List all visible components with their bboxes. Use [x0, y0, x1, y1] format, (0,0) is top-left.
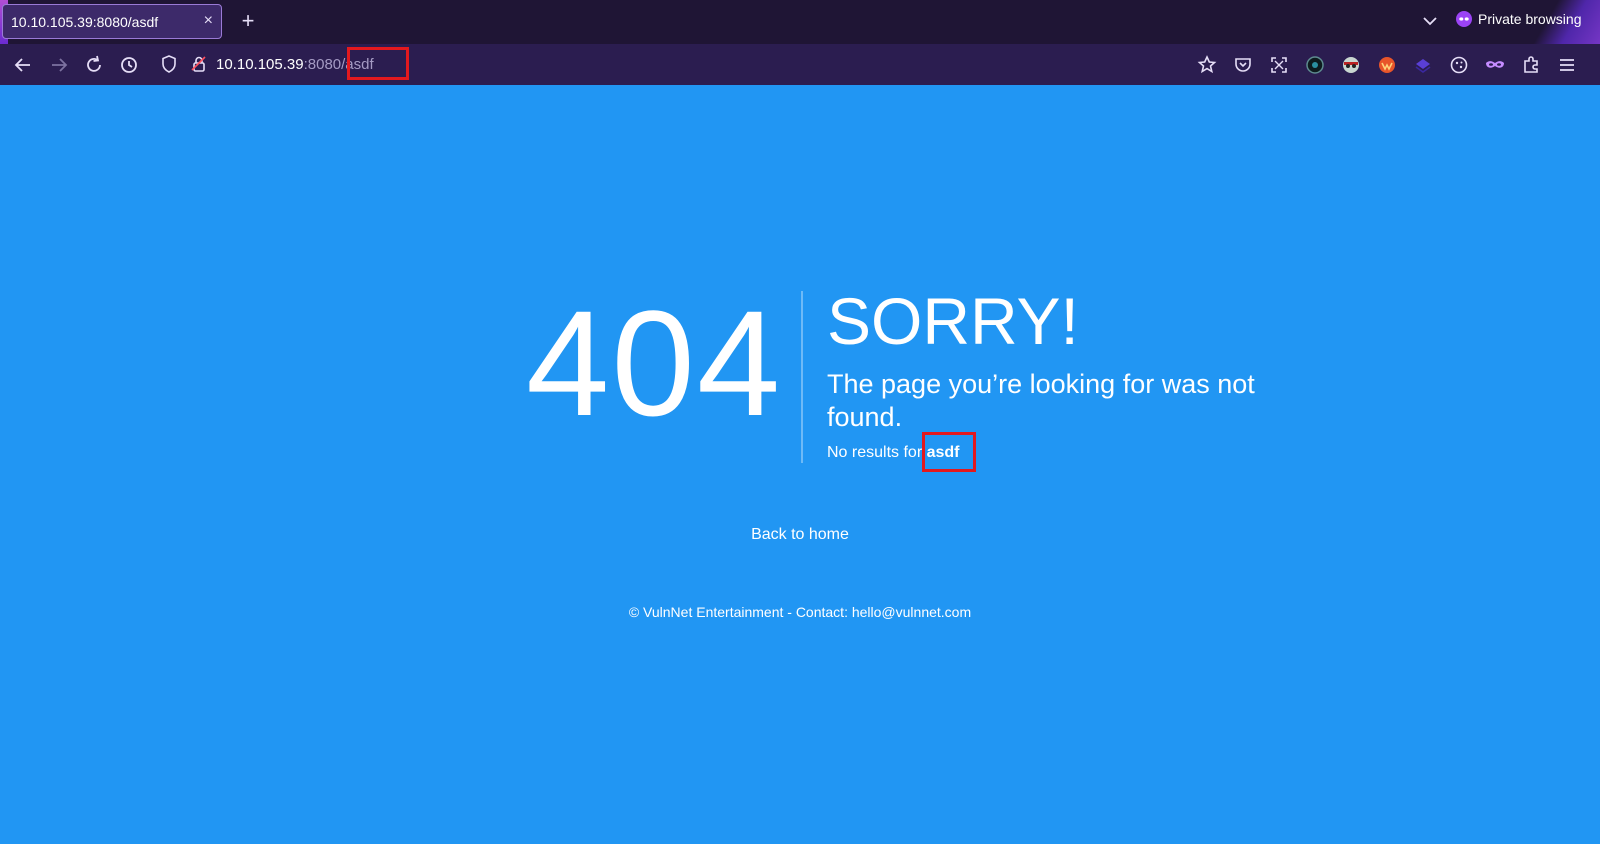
insecure-lock-icon[interactable]	[189, 54, 209, 79]
divider	[801, 291, 803, 463]
screenshot-icon[interactable]	[1267, 53, 1291, 77]
navigation-bar: 10.10.105.39:8080/asdf	[0, 44, 1600, 85]
hamburger-menu-icon[interactable]	[1555, 53, 1579, 77]
close-icon[interactable]: ×	[204, 12, 213, 30]
extension-wappalyzer-icon[interactable]	[1375, 53, 1399, 77]
tab-strip: 10.10.105.39:8080/asdf × + Private brows…	[0, 0, 1600, 44]
url-host: 10.10.105.39	[216, 56, 304, 73]
url-path-highlight-box	[347, 47, 409, 80]
bookmark-star-icon[interactable]	[1195, 53, 1219, 77]
extension-glasses-icon[interactable]	[1339, 53, 1363, 77]
cookie-icon[interactable]	[1447, 53, 1471, 77]
shield-icon[interactable]	[159, 54, 179, 79]
error-code: 404	[526, 279, 783, 447]
extension-lens-icon[interactable]	[1303, 53, 1327, 77]
error-message: The page you’re looking for was not foun…	[827, 369, 1255, 432]
extensions-puzzle-icon[interactable]	[1519, 53, 1543, 77]
query-highlight-box	[922, 432, 976, 472]
url-port: :8080	[303, 56, 342, 73]
private-browsing-label: Private browsing	[1478, 11, 1582, 28]
extension-layers-icon[interactable]	[1411, 53, 1435, 77]
new-tab-button[interactable]: +	[236, 8, 260, 34]
private-browsing-indicator: Private browsing	[1456, 11, 1582, 30]
back-to-home-label: Back to home	[751, 526, 849, 543]
history-icon[interactable]	[117, 53, 141, 77]
private-mask-icon	[1456, 11, 1472, 30]
error-page: 404 SORRY! The page you’re looking for w…	[0, 85, 1600, 844]
pocket-icon[interactable]	[1231, 53, 1255, 77]
no-results-prefix: No results for	[827, 444, 927, 461]
back-arrow-icon[interactable]	[11, 53, 35, 77]
tab-title: 10.10.105.39:8080/asdf	[11, 14, 159, 30]
chevron-down-icon[interactable]	[1420, 10, 1440, 32]
footer-text: © VulnNet Entertainment - Contact: hello…	[628, 604, 972, 620]
forward-arrow-icon[interactable]	[47, 53, 71, 77]
back-to-home-link[interactable]: Back to home	[0, 526, 1600, 544]
url-bar[interactable]: 10.10.105.39:8080/asdf	[155, 47, 1175, 82]
active-tab[interactable]: 10.10.105.39:8080/asdf ×	[2, 4, 222, 39]
reload-icon[interactable]	[82, 53, 106, 77]
private-mask-toolbar-icon[interactable]	[1483, 53, 1507, 77]
error-heading: SORRY!	[827, 284, 1079, 358]
